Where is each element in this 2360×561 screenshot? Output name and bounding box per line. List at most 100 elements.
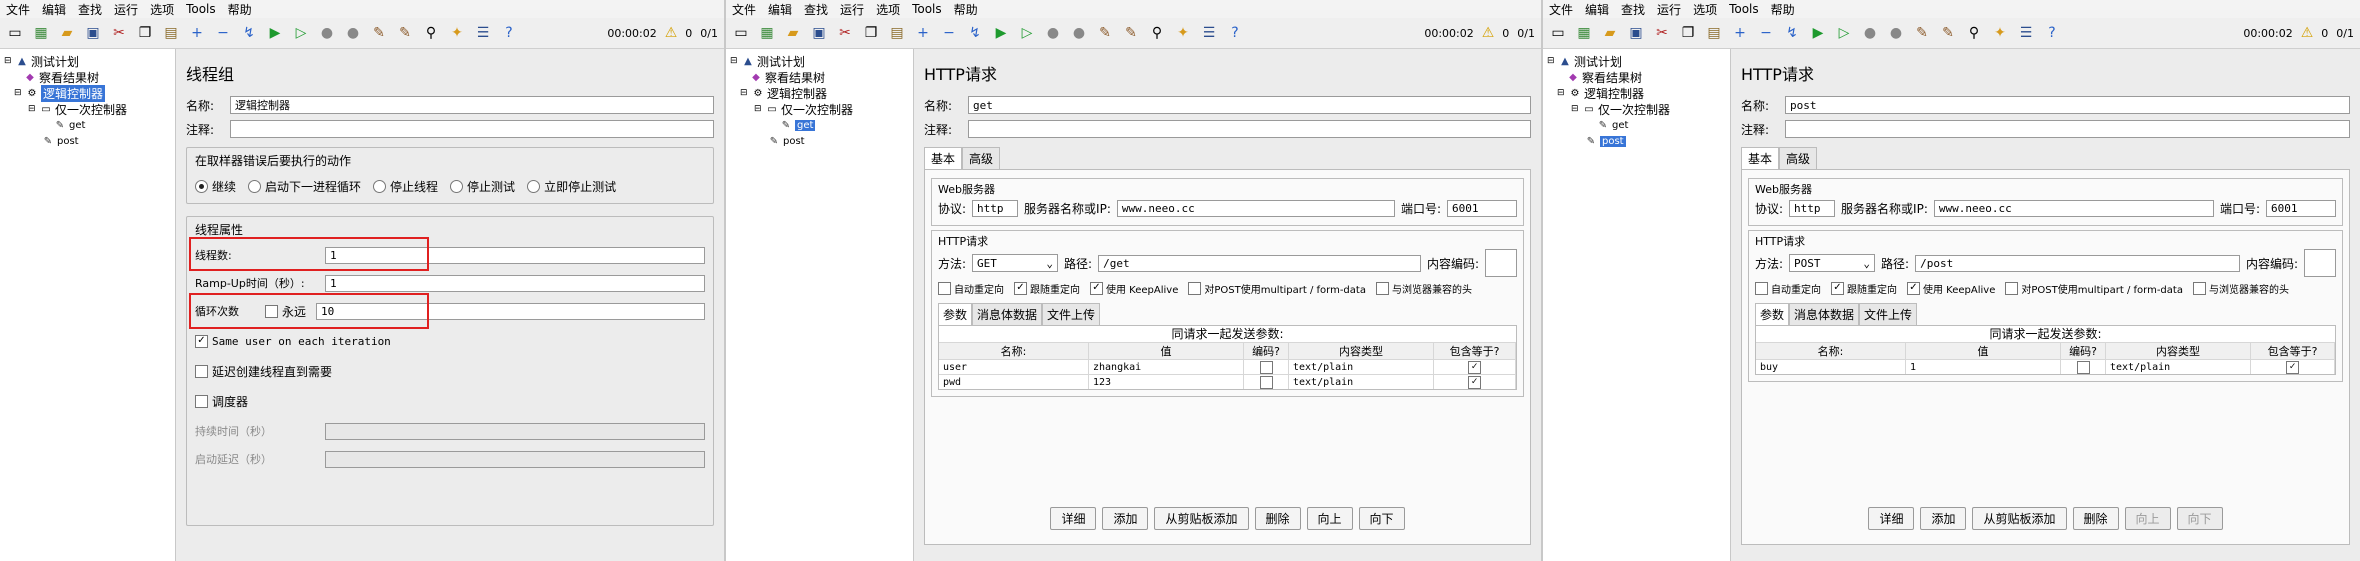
protocol-input[interactable]: http [1789, 199, 1836, 217]
tab-parameters[interactable]: 参数 [938, 303, 973, 325]
collapse-icon[interactable]: ⊟ [14, 88, 23, 98]
reset-search-icon[interactable]: ✦ [1989, 22, 2011, 44]
col-content-type[interactable]: 内容类型 [1289, 343, 1434, 359]
checkbox[interactable] [1259, 360, 1273, 374]
collapse-icon[interactable]: ⊟ [1571, 104, 1580, 114]
warning-icon[interactable]: ⚠ [2301, 25, 2314, 41]
tab-advanced[interactable]: 高级 [962, 147, 1001, 169]
save-icon[interactable]: ▣ [1625, 22, 1647, 44]
menu-file[interactable]: 文件 [732, 1, 756, 18]
tree-item-logic-controller[interactable]: ⊟ ⚙ 逻辑控制器 [2, 84, 173, 102]
copy-icon[interactable]: ❐ [134, 22, 156, 44]
method-select[interactable]: GET ⌄ [972, 254, 1059, 272]
radio-stop-test[interactable]: 停止测试 [450, 178, 515, 195]
menu-search[interactable]: 查找 [804, 1, 828, 18]
radio-stop-thread[interactable]: 停止线程 [373, 178, 438, 195]
detail-button[interactable]: 详细 [1868, 507, 1915, 530]
paste-icon[interactable]: ▤ [160, 22, 182, 44]
tree-item-once-only-controller[interactable]: ⊟ ▭ 仅一次控制器 [1545, 101, 1728, 117]
menu-tools[interactable]: Tools [186, 2, 216, 16]
radio-next-loop[interactable]: 启动下一进程循环 [248, 178, 361, 195]
rampup-input[interactable]: 1 [325, 274, 705, 292]
checkbox[interactable] [2192, 281, 2206, 295]
menu-file[interactable]: 文件 [1549, 1, 1573, 18]
radio-continue[interactable]: 继续 [195, 178, 236, 195]
param-value[interactable]: 1 [1906, 360, 2061, 374]
templates-icon[interactable]: ▦ [1573, 22, 1595, 44]
param-include[interactable]: ✓ [2251, 360, 2335, 374]
shutdown-icon[interactable]: ● [1885, 22, 1907, 44]
param-encode[interactable] [1244, 375, 1289, 389]
tab-body-data[interactable]: 消息体数据 [972, 303, 1043, 325]
clear-icon[interactable]: ✎ [1094, 22, 1116, 44]
add-button[interactable]: 添加 [1920, 507, 1967, 530]
name-input[interactable]: post [1785, 96, 2350, 114]
start-icon[interactable]: ▶ [1807, 22, 1829, 44]
collapse-icon[interactable]: − [938, 22, 960, 44]
clear-all-icon[interactable]: ✎ [1120, 22, 1142, 44]
menu-search[interactable]: 查找 [1621, 1, 1645, 18]
same-user-checkbox[interactable]: ✓ [195, 334, 208, 348]
help-icon[interactable]: ? [498, 22, 520, 44]
checkbox[interactable]: ✓ [1468, 375, 1481, 389]
collapse-icon[interactable]: − [1755, 22, 1777, 44]
tab-file-upload[interactable]: 文件上传 [1042, 303, 1101, 325]
tree-item-test-plan[interactable]: ⊟ ▲ 测试计划 [2, 53, 173, 69]
menu-run[interactable]: 运行 [1657, 1, 1681, 18]
open-folder-icon[interactable]: ▰ [56, 22, 78, 44]
tree-item-test-plan[interactable]: ⊟ ▲ 测试计划 [728, 53, 911, 69]
collapse-icon[interactable]: ⊟ [730, 56, 739, 66]
table-row[interactable]: pwd 123 text/plain ✓ [939, 374, 1516, 389]
tree-item-logic-controller[interactable]: ⊟ ⚙ 逻辑控制器 [1545, 85, 1728, 101]
tree-item-results-tree[interactable]: ◆ 察看结果树 [2, 69, 173, 85]
path-input[interactable]: /get [1098, 254, 1421, 272]
start-no-pause-icon[interactable]: ▷ [1833, 22, 1855, 44]
move-up-button[interactable]: 向上 [1306, 507, 1353, 530]
name-input[interactable]: get [968, 96, 1531, 114]
scheduler-checkbox[interactable] [195, 394, 208, 408]
col-name[interactable]: 名称: [939, 343, 1089, 359]
expand-icon[interactable]: + [186, 22, 208, 44]
checkbox[interactable] [2005, 281, 2019, 295]
col-value[interactable]: 值 [1089, 343, 1244, 359]
option-multipart[interactable]: 对POST使用multipart / form-data [1188, 281, 1366, 296]
shutdown-icon[interactable]: ● [1068, 22, 1090, 44]
collapse-icon[interactable]: ⊟ [28, 104, 37, 114]
toggle-icon[interactable]: ↯ [238, 22, 260, 44]
collapse-icon[interactable]: ⊟ [4, 56, 13, 66]
option-multipart[interactable]: 对POST使用multipart / form-data [2005, 281, 2183, 296]
tab-basic[interactable]: 基本 [1741, 147, 1780, 169]
warning-icon[interactable]: ⚠ [665, 25, 678, 41]
menu-run[interactable]: 运行 [114, 1, 138, 18]
start-no-pause-icon[interactable]: ▷ [290, 22, 312, 44]
expand-icon[interactable]: + [912, 22, 934, 44]
new-file-icon[interactable]: ▭ [4, 22, 26, 44]
col-encode[interactable]: 编码? [1244, 343, 1289, 359]
checkbox[interactable]: ✓ [2286, 360, 2299, 374]
menu-file[interactable]: 文件 [6, 1, 30, 18]
checkbox[interactable] [1375, 281, 1389, 295]
tree-item-get[interactable]: ✎ get [728, 117, 911, 133]
delete-button[interactable]: 删除 [1254, 507, 1301, 530]
col-content-type[interactable]: 内容类型 [2106, 343, 2251, 359]
clear-icon[interactable]: ✎ [1911, 22, 1933, 44]
detail-button[interactable]: 详细 [1050, 507, 1097, 530]
tab-parameters[interactable]: 参数 [1755, 303, 1790, 325]
copy-icon[interactable]: ❐ [1677, 22, 1699, 44]
param-type[interactable]: text/plain [1289, 360, 1434, 374]
reset-search-icon[interactable]: ✦ [446, 22, 468, 44]
comment-input[interactable] [230, 120, 714, 138]
menu-edit[interactable]: 编辑 [768, 1, 792, 18]
toggle-icon[interactable]: ↯ [1781, 22, 1803, 44]
toggle-icon[interactable]: ↯ [964, 22, 986, 44]
col-value[interactable]: 值 [1906, 343, 2061, 359]
move-down-button[interactable]: 向下 [1358, 507, 1405, 530]
tree-item-once-only-controller[interactable]: ⊟ ▭ 仅一次控制器 [728, 101, 911, 117]
collapse-icon[interactable]: ⊟ [754, 104, 763, 114]
start-icon[interactable]: ▶ [990, 22, 1012, 44]
search-icon[interactable]: ⚲ [420, 22, 442, 44]
option-browser-headers[interactable]: 与浏览器兼容的头 [2192, 281, 2289, 296]
menu-options[interactable]: 选项 [876, 1, 900, 18]
tab-advanced[interactable]: 高级 [1779, 147, 1818, 169]
templates-icon[interactable]: ▦ [30, 22, 52, 44]
